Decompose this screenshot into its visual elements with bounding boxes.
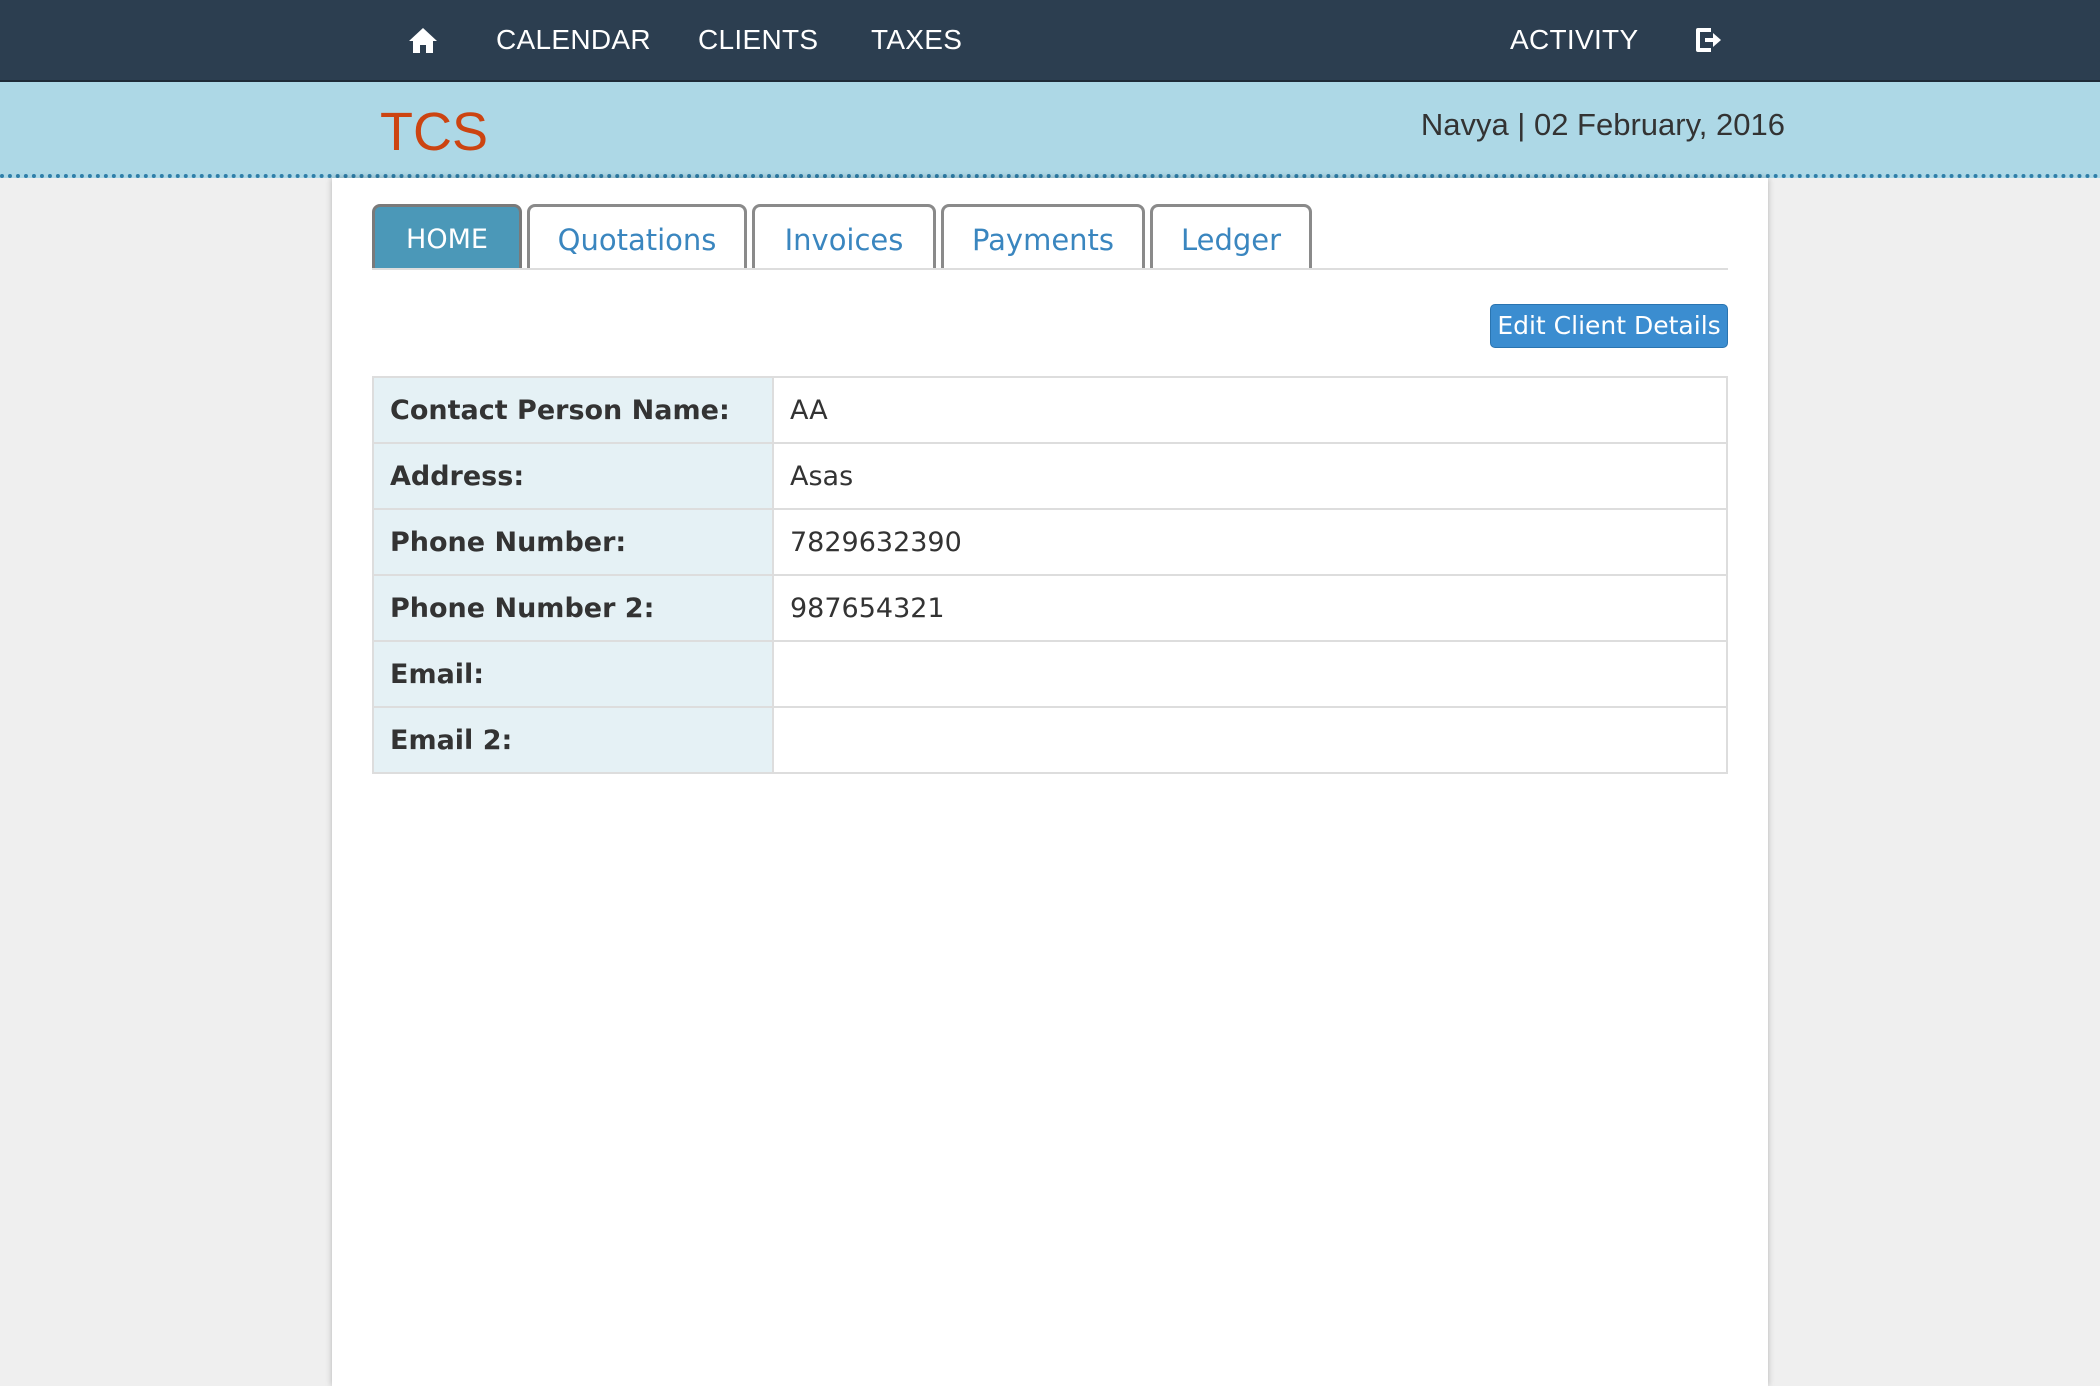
row-label: Phone Number: bbox=[372, 508, 774, 576]
nav-calendar[interactable]: CALENDAR bbox=[496, 0, 651, 80]
client-details-table: Contact Person Name: AA Address: Asas Ph… bbox=[372, 376, 1728, 774]
tab-ledger[interactable]: Ledger bbox=[1150, 204, 1312, 268]
home-icon[interactable] bbox=[407, 24, 439, 56]
nav-taxes[interactable]: TAXES bbox=[871, 0, 962, 80]
row-label: Address: bbox=[372, 442, 774, 510]
row-value bbox=[772, 640, 1728, 708]
row-label: Contact Person Name: bbox=[372, 376, 774, 444]
row-value bbox=[772, 706, 1728, 774]
main-panel: HOME Quotations Invoices Payments Ledger… bbox=[332, 178, 1768, 1386]
table-row: Email 2: bbox=[372, 706, 1728, 774]
table-row: Address: Asas bbox=[372, 442, 1728, 510]
tab-quotations[interactable]: Quotations bbox=[527, 204, 747, 268]
row-value: 987654321 bbox=[772, 574, 1728, 642]
table-row: Phone Number: 7829632390 bbox=[372, 508, 1728, 576]
nav-activity[interactable]: ACTIVITY bbox=[1510, 0, 1638, 80]
row-label: Email: bbox=[372, 640, 774, 708]
table-row: Contact Person Name: AA bbox=[372, 376, 1728, 444]
logout-icon[interactable] bbox=[1692, 24, 1724, 56]
brand-logo: TCS bbox=[380, 102, 488, 162]
table-row: Email: bbox=[372, 640, 1728, 708]
row-value: Asas bbox=[772, 442, 1728, 510]
row-value: 7829632390 bbox=[772, 508, 1728, 576]
table-row: Phone Number 2: 987654321 bbox=[372, 574, 1728, 642]
nav-clients[interactable]: CLIENTS bbox=[698, 0, 818, 80]
tab-home[interactable]: HOME bbox=[372, 204, 522, 268]
edit-client-details-button[interactable]: Edit Client Details bbox=[1490, 304, 1728, 348]
row-label: Phone Number 2: bbox=[372, 574, 774, 642]
tab-payments[interactable]: Payments bbox=[941, 204, 1145, 268]
top-navbar: CALENDAR CLIENTS TAXES ACTIVITY bbox=[0, 0, 2100, 82]
row-label: Email 2: bbox=[372, 706, 774, 774]
tab-bar: HOME Quotations Invoices Payments Ledger bbox=[372, 198, 1728, 270]
header-band: TCS Navya | 02 February, 2016 bbox=[0, 82, 2100, 178]
tab-invoices[interactable]: Invoices bbox=[752, 204, 936, 268]
row-value: AA bbox=[772, 376, 1728, 444]
user-date-label: Navya | 02 February, 2016 bbox=[1420, 107, 1785, 142]
